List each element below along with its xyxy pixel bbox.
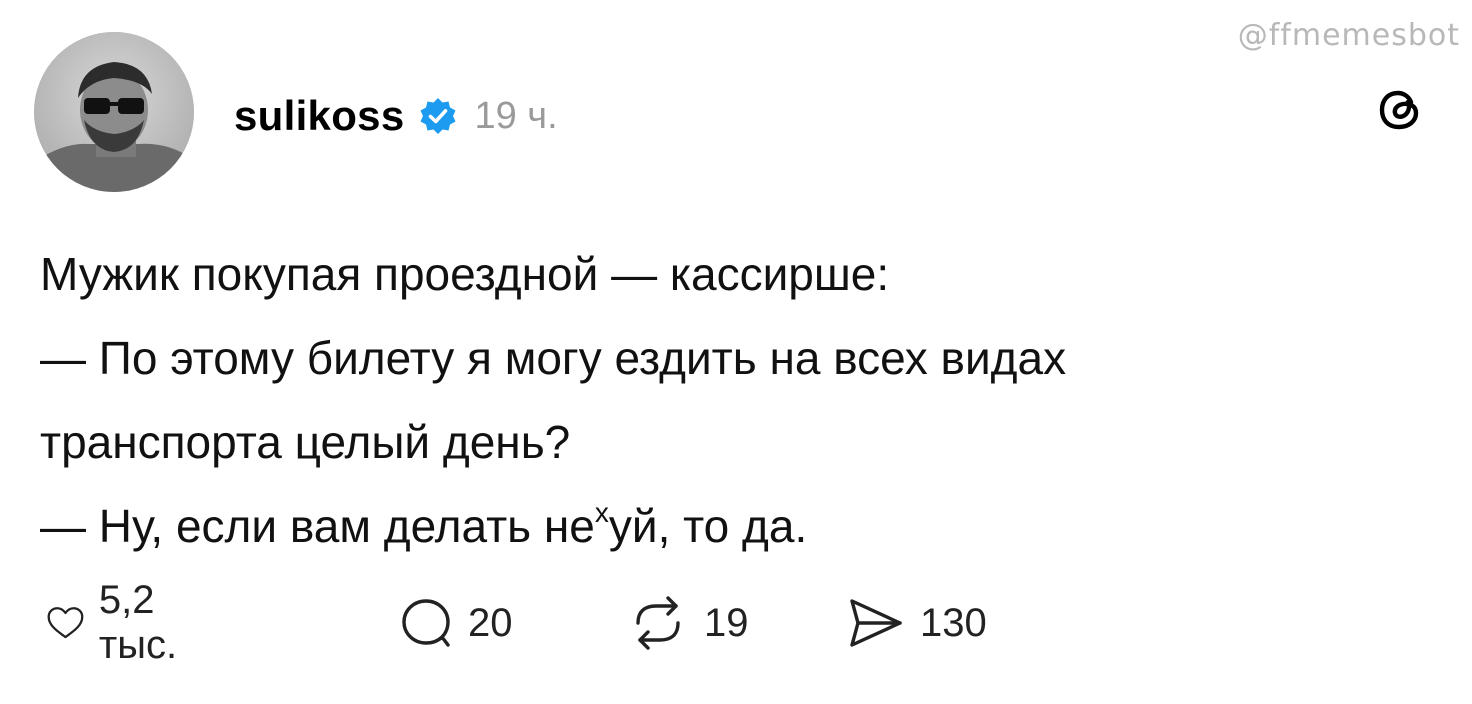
- like-button[interactable]: 5,2 тыс.: [46, 578, 196, 667]
- send-icon: [850, 599, 902, 647]
- post-line-last: — Ну, если вам делать нехуй, то да.: [40, 484, 1420, 568]
- post-line: транспорта целый день?: [40, 416, 571, 468]
- post-line-last-end: уй, то да.: [608, 500, 808, 552]
- post-line-last-start: — Ну, если вам делать не: [40, 500, 595, 552]
- post-line: Мужик покупая проездной — кассирше:: [40, 248, 890, 300]
- post-line-last-superscript: х: [594, 496, 609, 528]
- comment-button[interactable]: 20: [398, 588, 513, 658]
- share-count: 130: [920, 600, 987, 645]
- repost-icon: [636, 596, 680, 650]
- username[interactable]: sulikoss: [234, 92, 404, 140]
- verified-badge-icon: [420, 98, 456, 134]
- post-body: Мужик покупая проездной — кассирше: — По…: [40, 232, 1420, 568]
- post-header: sulikoss 19 ч.: [234, 86, 558, 146]
- like-count: 5,2 тыс.: [98, 578, 178, 667]
- repost-count: 19: [704, 600, 749, 645]
- comment-count: 20: [468, 600, 513, 645]
- avatar-photo: [34, 32, 194, 192]
- heart-icon: [47, 607, 84, 639]
- comment-icon: [402, 599, 450, 647]
- post-line: — По этому билету я могу ездить на всех …: [40, 332, 1067, 384]
- threads-logo-icon[interactable]: [1372, 82, 1428, 138]
- watermark: @ffmemesbot: [1237, 18, 1460, 53]
- repost-button[interactable]: 19: [626, 588, 749, 658]
- share-button[interactable]: 130: [846, 588, 987, 658]
- post-timestamp: 19 ч.: [474, 94, 558, 137]
- avatar[interactable]: [34, 32, 194, 192]
